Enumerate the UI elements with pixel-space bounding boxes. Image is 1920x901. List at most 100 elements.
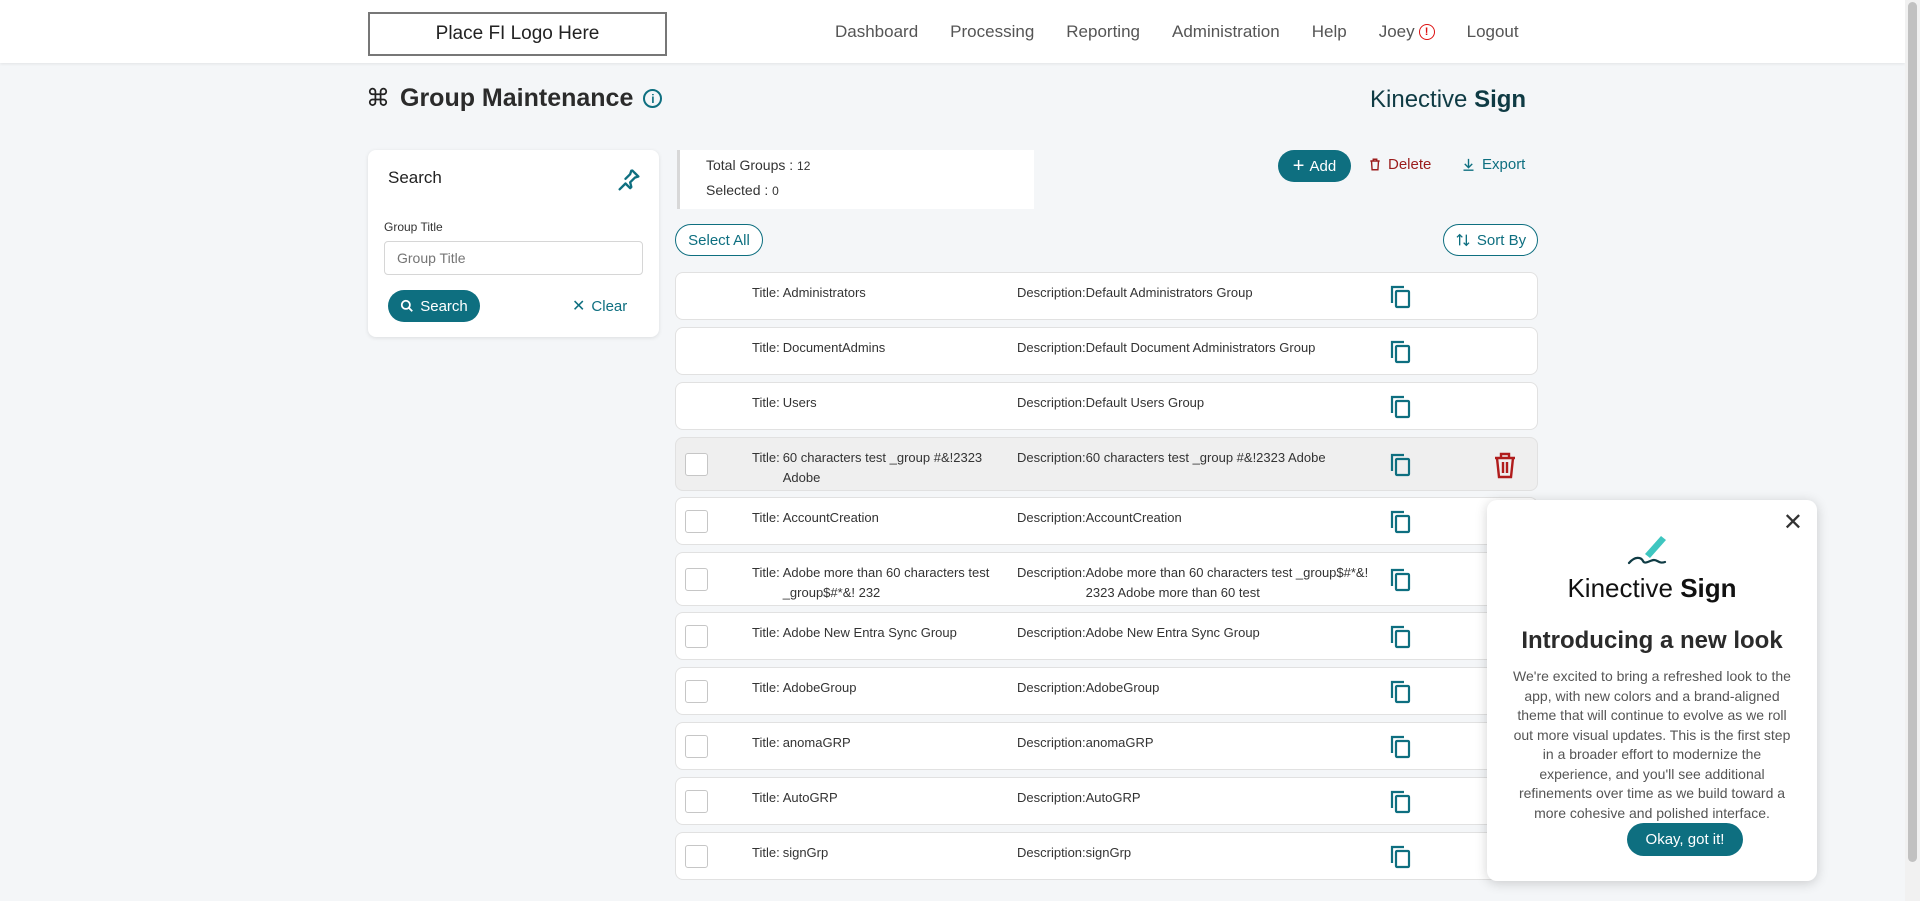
- nav-logout[interactable]: Logout: [1467, 22, 1519, 42]
- plus-icon: +: [1292, 155, 1305, 177]
- nav-dashboard[interactable]: Dashboard: [835, 22, 918, 42]
- download-icon: [1463, 158, 1474, 171]
- copy-icon[interactable]: [1388, 679, 1412, 710]
- pin-icon[interactable]: [615, 166, 643, 199]
- total-groups-label: Total Groups :: [706, 157, 798, 173]
- clear-button[interactable]: ✕ Clear: [572, 296, 627, 316]
- row-description-value: AdobeGroup: [1085, 680, 1160, 695]
- row-title-prefix: Title:: [752, 450, 780, 465]
- table-row[interactable]: Title: 60 characters test _group #&!2323…: [675, 437, 1538, 491]
- search-button[interactable]: Search: [388, 290, 480, 322]
- close-icon[interactable]: ✕: [1783, 508, 1803, 537]
- nav-processing[interactable]: Processing: [950, 22, 1034, 42]
- row-title-value: Users: [782, 395, 817, 410]
- select-all-button[interactable]: Select All: [675, 224, 763, 256]
- row-title-prefix: Title:: [752, 510, 780, 525]
- copy-icon[interactable]: [1388, 624, 1412, 655]
- page-scrollbar[interactable]: [1905, 0, 1920, 901]
- logo-placeholder[interactable]: Place FI Logo Here: [368, 12, 667, 56]
- table-row[interactable]: Title: AccountCreation Description: Accoun…: [675, 497, 1538, 545]
- trash-icon[interactable]: [1493, 452, 1517, 484]
- table-row[interactable]: Title: AutoGRP Description: AutoGRP: [675, 777, 1538, 825]
- row-description-value: 60 characters test _group #&!2323 Adobe: [1085, 450, 1326, 465]
- row-title-prefix: Title:: [752, 680, 780, 695]
- row-description-value: Default Users Group: [1085, 395, 1205, 410]
- copy-icon[interactable]: [1388, 339, 1412, 370]
- row-title-prefix: Title:: [752, 340, 780, 355]
- row-checkbox[interactable]: [685, 510, 708, 533]
- copy-icon[interactable]: [1388, 567, 1412, 598]
- page-title: Group Maintenance: [400, 84, 634, 112]
- dialog-body: We're excited to bring a refreshed look …: [1513, 668, 1791, 821]
- delete-button-label: Delete: [1388, 156, 1432, 173]
- search-icon: [401, 299, 414, 312]
- selected-value: 0: [772, 184, 779, 198]
- table-row[interactable]: Title: DocumentAdmins Description: Default…: [675, 327, 1538, 375]
- row-checkbox[interactable]: [685, 845, 708, 868]
- okay-got-it-button[interactable]: Okay, got it!: [1627, 823, 1743, 856]
- row-description: Description: signGrp: [1017, 843, 1377, 863]
- table-row[interactable]: Title: anomaGRP Description: anomaGRP: [675, 722, 1538, 770]
- copy-icon[interactable]: [1388, 509, 1412, 540]
- page-heading: ⌘ Group Maintenance i: [366, 84, 663, 113]
- search-panel-title: Search: [388, 168, 442, 187]
- new-look-dialog: ✕ Kinective Sign Introducing a new look …: [1487, 500, 1817, 881]
- copy-icon[interactable]: [1388, 844, 1412, 875]
- row-checkbox[interactable]: [685, 680, 708, 703]
- row-description-prefix: Description:: [1017, 450, 1086, 465]
- row-description: Description: AutoGRP: [1017, 788, 1377, 808]
- row-description-prefix: Description:: [1017, 625, 1086, 640]
- copy-icon[interactable]: [1388, 452, 1412, 483]
- row-description-prefix: Description:: [1017, 790, 1086, 805]
- row-description-prefix: Description:: [1017, 340, 1086, 355]
- table-row[interactable]: Title: Adobe New Entra Sync Group Descrip…: [675, 612, 1538, 660]
- row-title-value: Adobe New Entra Sync Group: [782, 625, 957, 640]
- row-title: Title: 60 characters test _group #&!2323…: [752, 448, 1002, 488]
- table-row[interactable]: Title: Administrators Description: Default…: [675, 272, 1538, 320]
- row-description-prefix: Description:: [1017, 735, 1086, 750]
- export-button[interactable]: Export: [1461, 156, 1525, 173]
- main-nav: Dashboard Processing Reporting Administr…: [835, 22, 1551, 42]
- row-title-prefix: Title:: [752, 735, 780, 750]
- sort-by-button[interactable]: Sort By: [1443, 224, 1538, 256]
- row-title-value: AutoGRP: [782, 790, 838, 805]
- row-checkbox[interactable]: [685, 453, 708, 476]
- add-button[interactable]: + Add: [1278, 150, 1351, 182]
- table-row[interactable]: Title: AdobeGroup Description: AdobeGroup: [675, 667, 1538, 715]
- row-title: Title: Adobe New Entra Sync Group: [752, 623, 1002, 643]
- row-description: Description: AdobeGroup: [1017, 678, 1377, 698]
- row-description-value: Adobe more than 60 characters test _grou…: [1085, 565, 1369, 600]
- nav-reporting[interactable]: Reporting: [1066, 22, 1140, 42]
- copy-icon[interactable]: [1388, 734, 1412, 765]
- group-title-input[interactable]: [384, 241, 643, 275]
- dialog-heading: Introducing a new look: [1521, 627, 1783, 654]
- table-row[interactable]: Title: Adobe more than 60 characters tes…: [675, 552, 1538, 606]
- nav-help[interactable]: Help: [1312, 22, 1347, 42]
- row-description-prefix: Description:: [1017, 510, 1086, 525]
- row-checkbox[interactable]: [685, 735, 708, 758]
- row-title: Title: DocumentAdmins: [752, 338, 1002, 358]
- row-description: Description: Adobe New Entra Sync Group: [1017, 623, 1377, 643]
- row-title-prefix: Title:: [752, 285, 780, 300]
- info-icon[interactable]: i: [643, 89, 663, 108]
- copy-icon[interactable]: [1388, 394, 1412, 425]
- nav-administration[interactable]: Administration: [1172, 22, 1280, 42]
- copy-icon[interactable]: [1388, 284, 1412, 315]
- scrollbar-thumb[interactable]: [1908, 2, 1917, 862]
- top-navbar: Place FI Logo Here Dashboard Processing …: [0, 0, 1905, 63]
- sort-by-label: Sort By: [1476, 231, 1527, 249]
- row-checkbox[interactable]: [685, 625, 708, 648]
- row-description-value: AccountCreation: [1085, 510, 1182, 525]
- row-checkbox[interactable]: [685, 568, 708, 591]
- user-name: Joey: [1378, 22, 1415, 41]
- copy-icon[interactable]: [1388, 789, 1412, 820]
- table-row[interactable]: Title: Users Description: Default Users Gr…: [675, 382, 1538, 430]
- table-row[interactable]: Title: signGrp Description: signGrp: [675, 832, 1538, 880]
- row-description-value: signGrp: [1085, 845, 1132, 860]
- nav-user-menu[interactable]: Joey!: [1379, 22, 1435, 42]
- row-description-prefix: Description:: [1017, 285, 1086, 300]
- row-checkbox[interactable]: [685, 790, 708, 813]
- row-description: Description: Default Users Group: [1017, 393, 1377, 413]
- row-title-prefix: Title:: [752, 845, 780, 860]
- delete-button[interactable]: Delete: [1368, 156, 1431, 173]
